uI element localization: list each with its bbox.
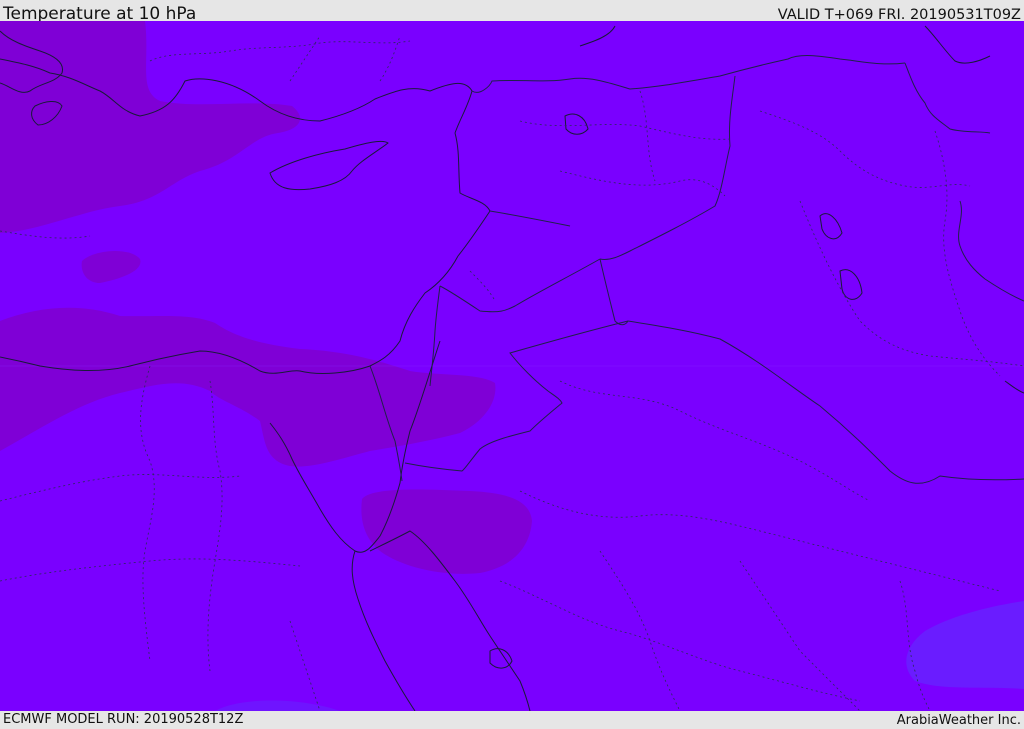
credit-label: ArabiaWeather Inc. — [896, 713, 1021, 728]
model-run-label: ECMWF MODEL RUN: 20190528T12Z — [3, 712, 244, 727]
map-canvas — [0, 21, 1024, 711]
map-footer: ECMWF MODEL RUN: 20190528T12Z ArabiaWeat… — [0, 711, 1024, 729]
map-header: Temperature at 10 hPa VALID T+069 FRI. 2… — [0, 0, 1024, 24]
weather-map-page: Temperature at 10 hPa VALID T+069 FRI. 2… — [0, 0, 1024, 729]
temperature-map — [0, 21, 1024, 711]
